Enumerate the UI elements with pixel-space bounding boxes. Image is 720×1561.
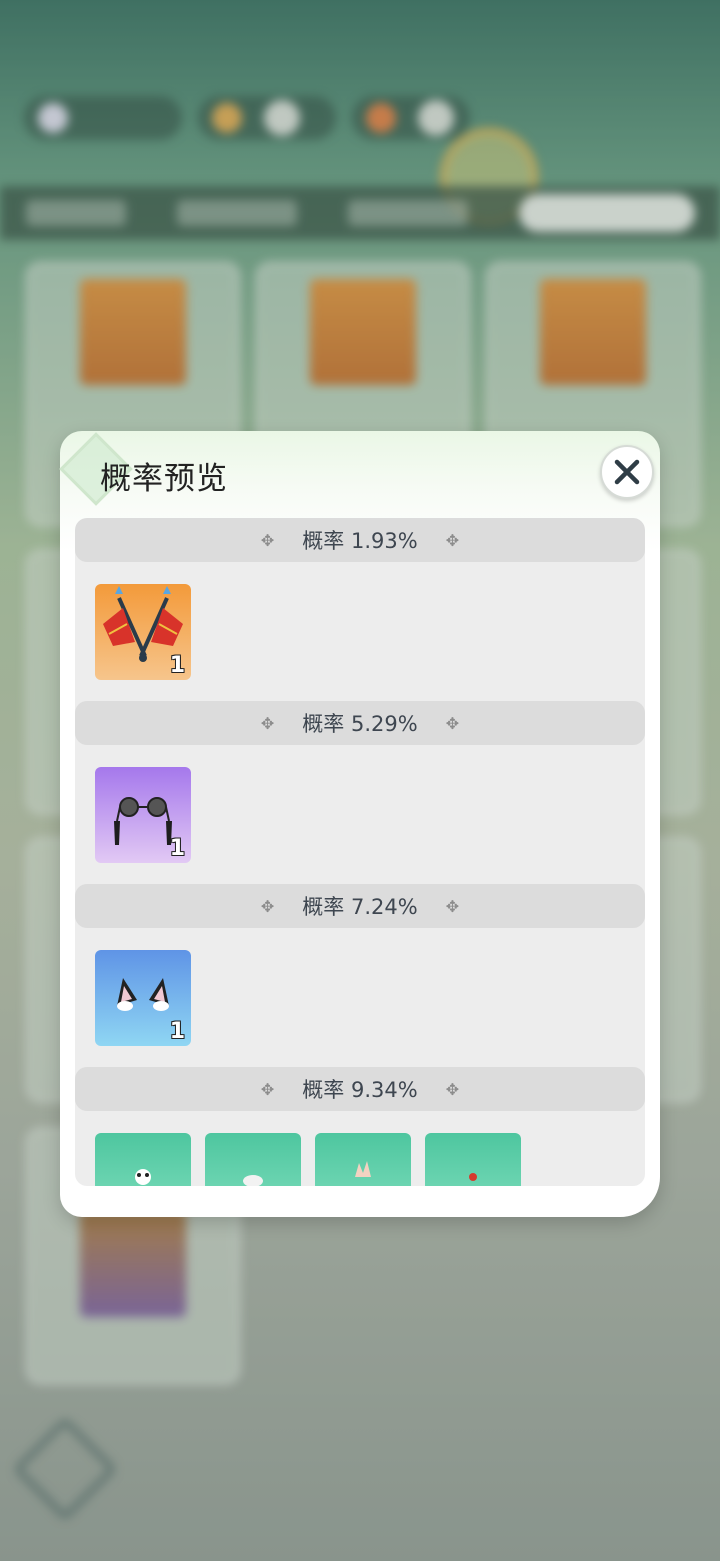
sparkle-icon: ✥ xyxy=(445,1079,460,1099)
tier-items xyxy=(75,1111,645,1186)
sparkle-icon: ✥ xyxy=(445,530,460,550)
reward-item[interactable]: 1 xyxy=(95,767,191,863)
item-count: 1 xyxy=(169,836,185,861)
sparkle-icon: ✥ xyxy=(260,530,275,550)
reward-item[interactable] xyxy=(315,1133,411,1186)
tier-items: 1 xyxy=(75,745,645,884)
reward-item[interactable] xyxy=(95,1133,191,1186)
tier-items: 1 xyxy=(75,562,645,701)
reward-item[interactable]: 1 xyxy=(95,584,191,680)
tier-label: 概率 7.24% xyxy=(302,895,418,919)
close-button[interactable] xyxy=(600,445,654,499)
tier-items: 1 xyxy=(75,928,645,1067)
tier-header: ✥ 概率 5.29% ✥ xyxy=(75,701,645,745)
tier-label: 概率 5.29% xyxy=(302,712,418,736)
probability-list[interactable]: ✥ 概率 1.93% ✥ 1 ✥ 概率 5.29% ✥ 1 ✥ 概率 7.24%… xyxy=(75,518,645,1186)
tier-label: 概率 1.93% xyxy=(302,529,418,553)
dialog-title: 概率预览 xyxy=(100,461,228,497)
probability-preview-dialog: 概率预览 ✥ 概率 1.93% ✥ 1 ✥ 概率 5.29% ✥ 1 ✥ 概率 … xyxy=(59,431,660,1217)
cloud-accessory-icon xyxy=(243,1175,263,1186)
sparkle-icon: ✥ xyxy=(260,896,275,916)
panda-accessory-icon xyxy=(135,1169,151,1185)
reward-item[interactable]: 1 xyxy=(95,950,191,1046)
tier-label: 概率 9.34% xyxy=(302,1078,418,1102)
reward-item[interactable] xyxy=(205,1133,301,1186)
sparkle-icon: ✥ xyxy=(260,713,275,733)
tier-header: ✥ 概率 9.34% ✥ xyxy=(75,1067,645,1111)
item-count: 1 xyxy=(169,653,185,678)
sparkle-icon: ✥ xyxy=(445,713,460,733)
reward-item[interactable] xyxy=(425,1133,521,1186)
tier-header: ✥ 概率 1.93% ✥ xyxy=(75,518,645,562)
sparkle-icon: ✥ xyxy=(260,1079,275,1099)
close-icon xyxy=(614,459,640,485)
hand-accessory-icon xyxy=(355,1161,371,1177)
red-bead-accessory-icon xyxy=(469,1173,477,1181)
sparkle-icon: ✥ xyxy=(445,896,460,916)
item-count: 1 xyxy=(169,1019,185,1044)
tier-header: ✥ 概率 7.24% ✥ xyxy=(75,884,645,928)
